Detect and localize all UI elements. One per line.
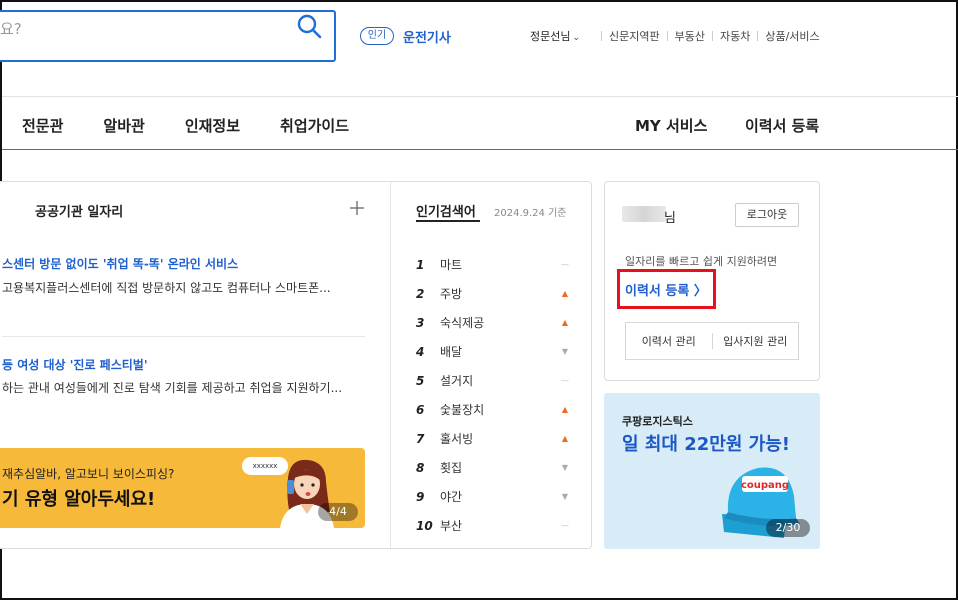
trend-up-icon: ▲: [561, 434, 569, 443]
keyword-item[interactable]: 7 홀서빙 ▲: [416, 424, 570, 453]
popular-keywords-list: 1 마트 — 2 주방 ▲ 3 숙식제공 ▲ 4 배달 ▼ 5 설거지 — 6 …: [416, 250, 570, 540]
keyword-item[interactable]: 8 횟집 ▼: [416, 453, 570, 482]
keyword-rank: 9: [416, 489, 425, 504]
keyword-term: 숙식제공: [440, 316, 485, 330]
keyword-rank: 5: [416, 373, 425, 388]
resume-register-link[interactable]: 이력서 등록 〉: [625, 280, 707, 299]
trend-up-icon: ▲: [561, 289, 569, 298]
title-underline: [416, 220, 480, 222]
keyword-term: 숯불장치: [440, 403, 485, 417]
logout-button[interactable]: 로그아웃: [735, 203, 799, 227]
user-name-suffix: 님: [664, 211, 676, 226]
divider: [757, 31, 759, 41]
divider: [666, 31, 668, 41]
news-item-desc[interactable]: 고용복지플러스센터에 직접 방문하지 않고도 컴퓨터나 스마트폰...: [2, 279, 331, 296]
keyword-rank: 7: [416, 431, 425, 446]
trend-up-icon: ▲: [561, 405, 569, 414]
trend-same-icon: —: [561, 521, 569, 530]
keyword-term: 배달: [440, 345, 463, 359]
header-divider: [2, 96, 958, 97]
keyword-item[interactable]: 6 숯불장치 ▲: [416, 395, 570, 424]
keyword-item[interactable]: 2 주방 ▲: [416, 279, 570, 308]
top-link-realestate[interactable]: 부동산: [675, 28, 705, 44]
search-box[interactable]: [0, 10, 336, 62]
keyword-term: 부산: [440, 519, 463, 533]
search-input[interactable]: 요?: [0, 18, 22, 39]
user-name-blurred: [622, 206, 666, 222]
divider: [711, 31, 713, 41]
banner-counter: 4/4: [318, 503, 358, 521]
keyword-item[interactable]: 4 배달 ▼: [416, 337, 570, 366]
resume-manage-button[interactable]: 이력서 관리: [626, 323, 712, 359]
plus-icon[interactable]: [349, 200, 365, 216]
search-icon[interactable]: [296, 13, 322, 39]
trend-down-icon: ▼: [561, 463, 569, 472]
top-links: 신문지역판 부동산 자동차 상품/서비스: [594, 28, 820, 44]
keyword-item[interactable]: 3 숙식제공 ▲: [416, 308, 570, 337]
top-link-products[interactable]: 상품/서비스: [765, 28, 819, 44]
keyword-rank: 4: [416, 344, 425, 359]
divider: [601, 31, 602, 41]
keyword-item[interactable]: 5 설거지 —: [416, 366, 570, 395]
trend-same-icon: —: [561, 376, 569, 385]
column-divider: [390, 182, 391, 548]
ad-counter: 2/30: [766, 519, 810, 537]
nav-item-my-service[interactable]: MY 서비스: [635, 115, 707, 136]
news-item-title[interactable]: 등 여성 대상 '진로 페스티벌': [2, 356, 148, 373]
trend-same-icon: —: [561, 260, 569, 269]
trend-down-icon: ▼: [561, 347, 569, 356]
keyword-item[interactable]: 1 마트 —: [416, 250, 570, 279]
nav-item-specialty[interactable]: 전문관: [22, 115, 63, 136]
keyword-rank: 2: [416, 286, 425, 301]
nav-divider: [2, 149, 958, 150]
user-menu[interactable]: 정문선님 ⌄: [530, 28, 580, 44]
keyword-rank: 1: [416, 257, 425, 272]
trend-down-icon: ▼: [561, 492, 569, 501]
ad-brand: 쿠팡로지스틱스: [622, 415, 693, 428]
keyword-rank: 6: [416, 402, 425, 417]
nav-item-resume-register[interactable]: 이력서 등록: [745, 115, 819, 136]
public-jobs-title: 공공기관 일자리: [35, 205, 124, 220]
nav-item-guide[interactable]: 취업가이드: [280, 115, 349, 136]
keyword-item[interactable]: 10 부산 —: [416, 511, 570, 540]
nav-item-parttime[interactable]: 알바관: [103, 115, 144, 136]
keyword-rank: 8: [416, 460, 425, 475]
cap-logo-text: coupang: [741, 480, 789, 491]
popular-search-term[interactable]: 운전기사: [403, 27, 451, 46]
user-menu-label: 정문선님: [530, 30, 571, 43]
promo-banner-title: 기 유형 알아두세요!: [2, 489, 156, 510]
chevron-down-icon: ⌄: [572, 33, 581, 43]
keyword-term: 주방: [440, 287, 463, 301]
popular-keywords-date: 2024.9.24 기준: [494, 208, 567, 219]
top-link-car[interactable]: 자동차: [720, 28, 750, 44]
main-nav: 전문관 알바관 인재정보 취업가이드: [22, 115, 389, 136]
news-item-title[interactable]: 스센터 방문 없이도 '취업 똑-똑' 온라인 서비스: [2, 255, 238, 272]
nav-item-talent[interactable]: 인재정보: [185, 115, 240, 136]
keyword-term: 횟집: [440, 461, 463, 475]
keyword-rank: 3: [416, 315, 425, 330]
keyword-term: 홀서빙: [440, 432, 474, 446]
keyword-term: 마트: [440, 258, 463, 272]
promo-banner-subtitle: 재추심알바, 알고보니 보이스피싱?: [2, 467, 175, 481]
trend-up-icon: ▲: [561, 318, 569, 327]
resume-button-group: 이력서 관리 입사지원 관리: [625, 322, 799, 360]
popular-badge: 인기: [360, 27, 394, 45]
apply-message: 일자리를 빠르고 쉽게 지원하려면: [625, 255, 778, 268]
application-manage-button[interactable]: 입사지원 관리: [713, 323, 799, 359]
top-link-newspaper[interactable]: 신문지역판: [609, 28, 660, 44]
keyword-term: 설거지: [440, 374, 474, 388]
keyword-rank: 10: [416, 518, 433, 533]
news-divider: [2, 336, 365, 337]
news-item-desc[interactable]: 하는 관내 여성들에게 진로 탐색 기회를 제공하고 취업을 지원하기...: [2, 379, 342, 396]
keyword-term: 야간: [440, 490, 463, 504]
keyword-item[interactable]: 9 야간 ▼: [416, 482, 570, 511]
popular-keywords-title: 인기검색어: [416, 205, 476, 220]
